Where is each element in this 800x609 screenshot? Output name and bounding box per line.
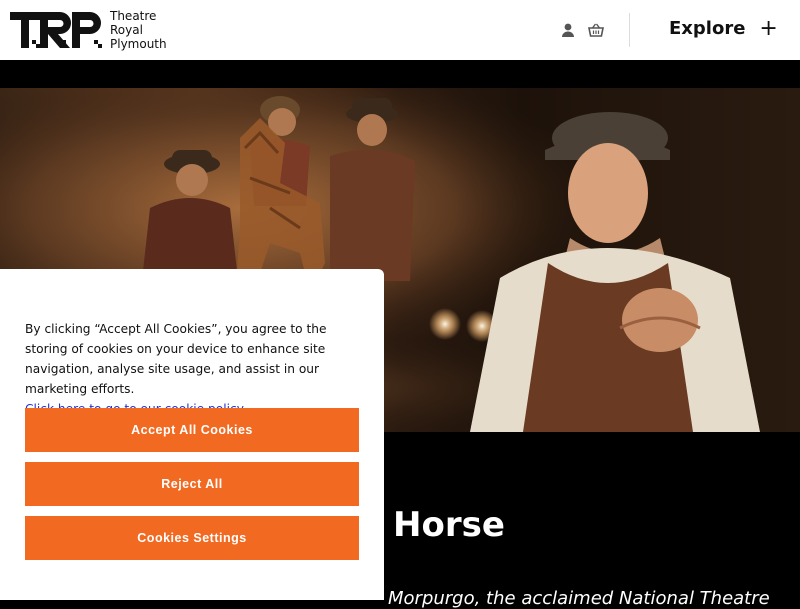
show-description: Morpurgo, the acclaimed National Theatre xyxy=(388,588,770,609)
explore-label: Explore xyxy=(669,18,746,39)
logo-line-1: Theatre xyxy=(110,9,157,23)
trp-logo-mark xyxy=(10,12,102,48)
logo-line-3: Plymouth xyxy=(110,37,167,51)
user-icon[interactable] xyxy=(560,22,576,38)
site-logo[interactable]: Theatre Royal Plymouth xyxy=(10,9,167,51)
cookies-settings-button[interactable]: Cookies Settings xyxy=(25,516,359,560)
logo-wordmark: Theatre Royal Plymouth xyxy=(110,9,167,51)
header-divider xyxy=(629,13,630,47)
accept-all-cookies-button[interactable]: Accept All Cookies xyxy=(25,408,359,452)
plus-icon: + xyxy=(759,15,778,41)
cookie-consent-text: By clicking “Accept All Cookies”, you ag… xyxy=(25,319,360,419)
cookie-consent-banner: By clicking “Accept All Cookies”, you ag… xyxy=(0,269,384,600)
site-header: Theatre Royal Plymouth Explore + xyxy=(0,0,800,60)
show-title: Horse xyxy=(393,505,505,545)
cookie-consent-message: By clicking “Accept All Cookies”, you ag… xyxy=(25,322,327,396)
explore-menu-button[interactable]: Explore + xyxy=(669,15,778,41)
basket-icon[interactable] xyxy=(588,22,604,38)
logo-line-2: Royal xyxy=(110,23,143,37)
reject-all-button[interactable]: Reject All xyxy=(25,462,359,506)
